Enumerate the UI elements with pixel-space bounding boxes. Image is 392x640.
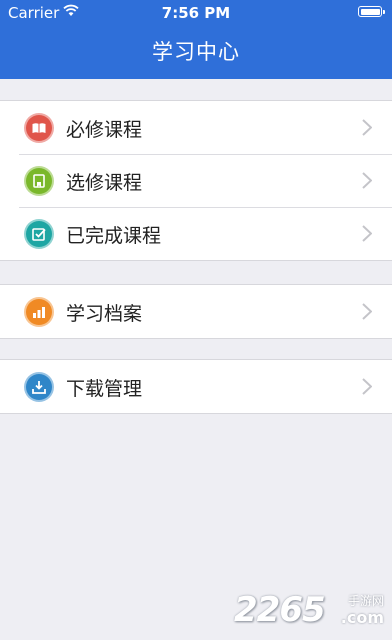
navigation-bar: Carrier 7:56 PM 学习中心 — [0, 0, 392, 79]
menu-item-label: 必修课程 — [66, 119, 143, 141]
menu-item-label: 已完成课程 — [66, 225, 162, 247]
status-bar: Carrier 7:56 PM — [0, 0, 392, 26]
watermark-number: 2265 — [234, 590, 326, 630]
records-group: 学习档案 — [0, 284, 392, 339]
chevron-right-icon — [362, 378, 372, 395]
bar-chart-icon — [24, 297, 54, 327]
watermark-brand: 手游网 — [347, 594, 384, 608]
chevron-right-icon — [362, 225, 372, 242]
bookmark-icon — [24, 166, 54, 196]
menu-item-learning-records[interactable]: 学习档案 — [0, 285, 392, 338]
battery-icon — [358, 6, 385, 17]
download-icon — [24, 372, 54, 402]
chevron-right-icon — [362, 303, 372, 320]
menu-item-label: 学习档案 — [66, 303, 143, 325]
course-group: 必修课程 选修课程 已完成课程 — [0, 100, 392, 261]
download-group: 下载管理 — [0, 359, 392, 414]
status-time: 7:56 PM — [161, 4, 231, 22]
chevron-right-icon — [362, 172, 372, 189]
menu-item-required-courses[interactable]: 必修课程 — [0, 101, 392, 154]
menu-item-download-management[interactable]: 下载管理 — [0, 360, 392, 413]
menu-item-completed-courses[interactable]: 已完成课程 — [0, 207, 392, 260]
menu-item-label: 下载管理 — [66, 378, 143, 400]
book-icon — [24, 113, 54, 143]
watermark-suffix: .com — [340, 608, 384, 627]
checkbox-icon — [24, 219, 54, 249]
menu-item-label: 选修课程 — [66, 172, 143, 194]
chevron-right-icon — [362, 119, 372, 136]
page-title: 学习中心 — [152, 40, 240, 64]
watermark: 2265 手游网 .com — [234, 588, 384, 632]
menu-item-elective-courses[interactable]: 选修课程 — [0, 154, 392, 207]
